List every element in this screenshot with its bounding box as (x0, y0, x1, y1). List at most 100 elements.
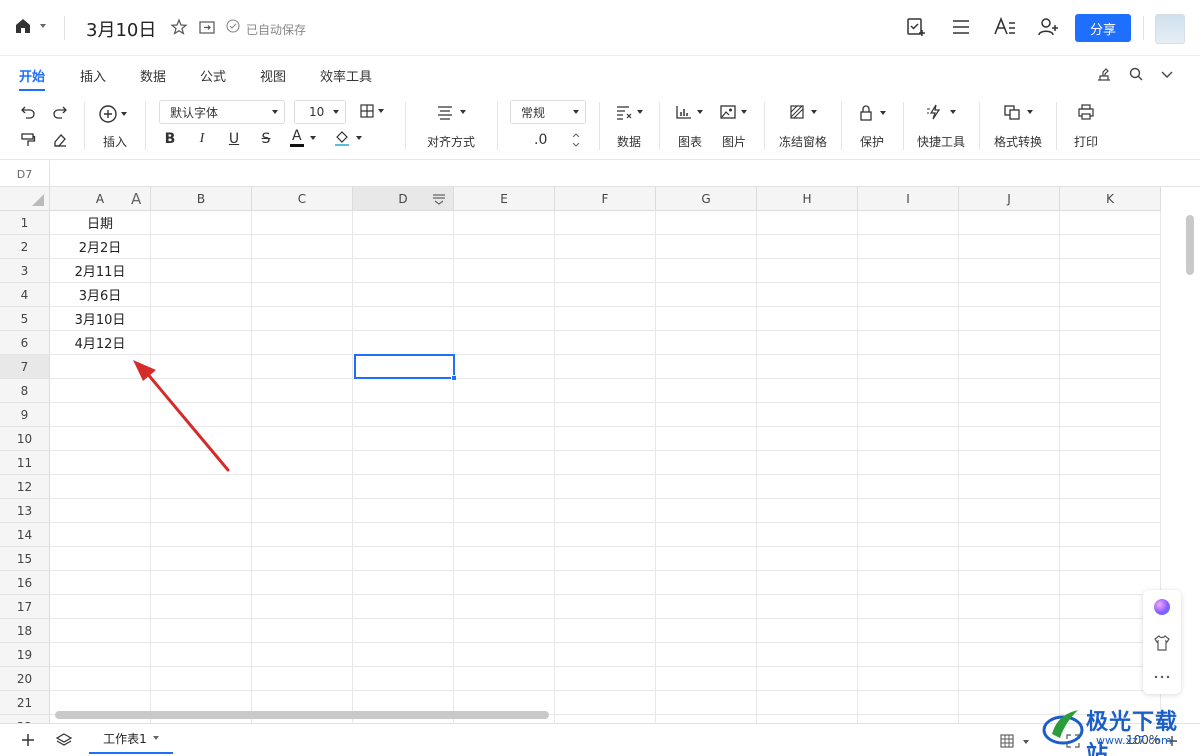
align-button[interactable] (436, 104, 466, 120)
cell-b17[interactable] (151, 595, 252, 619)
cell-h15[interactable] (757, 547, 858, 571)
cell-f17[interactable] (555, 595, 656, 619)
quick-tools-button[interactable] (926, 104, 956, 120)
cell-e4[interactable] (454, 283, 555, 307)
cell-e3[interactable] (454, 259, 555, 283)
cell-j14[interactable] (959, 523, 1060, 547)
row-header-2[interactable]: 2 (0, 235, 50, 259)
cell-i8[interactable] (858, 379, 959, 403)
cell-b3[interactable] (151, 259, 252, 283)
cell-b19[interactable] (151, 643, 252, 667)
cell-b2[interactable] (151, 235, 252, 259)
cell-e9[interactable] (454, 403, 555, 427)
cell-j8[interactable] (959, 379, 1060, 403)
cell-g9[interactable] (656, 403, 757, 427)
cell-d12[interactable] (353, 475, 454, 499)
cell-f12[interactable] (555, 475, 656, 499)
cell-k5[interactable] (1060, 307, 1161, 331)
cell-a12[interactable] (50, 475, 151, 499)
cell-h18[interactable] (757, 619, 858, 643)
cell-b14[interactable] (151, 523, 252, 547)
strikethrough-button[interactable]: S (258, 131, 274, 147)
cell-f19[interactable] (555, 643, 656, 667)
cell-i13[interactable] (858, 499, 959, 523)
ai-assistant-button[interactable] (1143, 592, 1181, 622)
row-header-10[interactable]: 10 (0, 427, 50, 451)
cell-c4[interactable] (252, 283, 353, 307)
column-header-f[interactable]: F (555, 187, 656, 211)
cell-k6[interactable] (1060, 331, 1161, 355)
cell-i1[interactable] (858, 211, 959, 235)
row-header-21[interactable]: 21 (0, 691, 50, 715)
cell-j12[interactable] (959, 475, 1060, 499)
cell-f8[interactable] (555, 379, 656, 403)
horizontal-scrollbar[interactable] (55, 711, 549, 719)
cell-c9[interactable] (252, 403, 353, 427)
cell-a5[interactable]: 3月10日 (50, 307, 151, 331)
cell-j20[interactable] (959, 667, 1060, 691)
cell-b13[interactable] (151, 499, 252, 523)
cell-e11[interactable] (454, 451, 555, 475)
cell-a13[interactable] (50, 499, 151, 523)
cell-c14[interactable] (252, 523, 353, 547)
row-header-11[interactable]: 11 (0, 451, 50, 475)
chart-button[interactable] (675, 104, 703, 120)
cell-h10[interactable] (757, 427, 858, 451)
cell-j6[interactable] (959, 331, 1060, 355)
row-header-8[interactable]: 8 (0, 379, 50, 403)
cell-f9[interactable] (555, 403, 656, 427)
spreadsheet-grid[interactable]: A B C D E F G H I J K A 1 日期 2 2月2日 3 2月11日 4 3月6日 5 3月10日 6 4月… (0, 187, 1200, 723)
row-header-14[interactable]: 14 (0, 523, 50, 547)
cell-i6[interactable] (858, 331, 959, 355)
cell-b1[interactable] (151, 211, 252, 235)
cell-k15[interactable] (1060, 547, 1161, 571)
cell-c20[interactable] (252, 667, 353, 691)
cell-d10[interactable] (353, 427, 454, 451)
protect-button[interactable] (858, 104, 886, 122)
cell-c12[interactable] (252, 475, 353, 499)
view-mode-icon[interactable] (1000, 734, 1014, 748)
row-header-19[interactable]: 19 (0, 643, 50, 667)
cell-k3[interactable] (1060, 259, 1161, 283)
cell-c13[interactable] (252, 499, 353, 523)
cell-i18[interactable] (858, 619, 959, 643)
cell-g19[interactable] (656, 643, 757, 667)
tab-view[interactable]: 视图 (260, 66, 286, 85)
cell-d8[interactable] (353, 379, 454, 403)
column-header-j[interactable]: J (959, 187, 1060, 211)
cell-i12[interactable] (858, 475, 959, 499)
more-button[interactable] (1143, 662, 1181, 692)
column-header-i[interactable]: I (858, 187, 959, 211)
cell-c19[interactable] (252, 643, 353, 667)
cell-c18[interactable] (252, 619, 353, 643)
cell-c2[interactable] (252, 235, 353, 259)
cell-g11[interactable] (656, 451, 757, 475)
cell-j4[interactable] (959, 283, 1060, 307)
cell-i5[interactable] (858, 307, 959, 331)
skin-button[interactable] (1143, 628, 1181, 658)
cell-h2[interactable] (757, 235, 858, 259)
row-header-13[interactable]: 13 (0, 499, 50, 523)
cell-e18[interactable] (454, 619, 555, 643)
cell-d1[interactable] (353, 211, 454, 235)
cell-j18[interactable] (959, 619, 1060, 643)
tab-efficiency-tools[interactable]: 效率工具 (320, 66, 372, 85)
freeze-panes-button[interactable] (789, 104, 817, 120)
star-icon[interactable] (170, 18, 188, 36)
search-icon[interactable] (1128, 66, 1144, 82)
row-header-6[interactable]: 6 (0, 331, 50, 355)
cell-a15[interactable] (50, 547, 151, 571)
cell-g17[interactable] (656, 595, 757, 619)
cell-j16[interactable] (959, 571, 1060, 595)
share-button[interactable]: 分享 (1075, 14, 1131, 42)
bold-button[interactable]: B (162, 131, 178, 147)
eraser-icon[interactable] (52, 132, 68, 148)
cell-j19[interactable] (959, 643, 1060, 667)
redo-icon[interactable] (52, 104, 68, 120)
cell-g10[interactable] (656, 427, 757, 451)
cell-j3[interactable] (959, 259, 1060, 283)
cell-c11[interactable] (252, 451, 353, 475)
cell-h17[interactable] (757, 595, 858, 619)
cell-g15[interactable] (656, 547, 757, 571)
chevron-down-icon[interactable] (1023, 740, 1029, 744)
